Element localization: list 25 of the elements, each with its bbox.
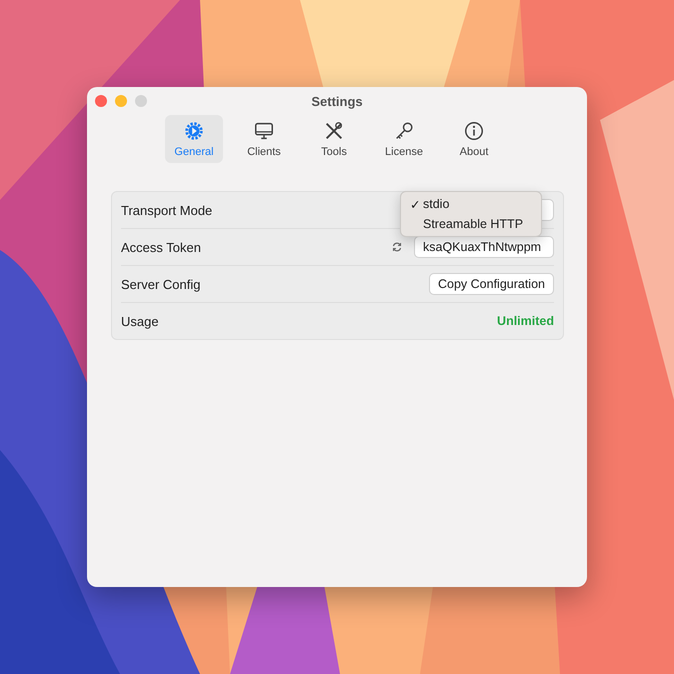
toolbar-tab[interactable]: License: [375, 115, 433, 163]
toolbar-tab[interactable]: About: [445, 115, 503, 163]
menu-item-label: Streamable HTTP: [423, 217, 524, 231]
tools-icon: [323, 120, 345, 142]
refresh-icon[interactable]: [392, 242, 402, 252]
monitor-icon: [253, 120, 275, 142]
setting-label: Server Config: [121, 276, 202, 292]
menu-item-label: stdio: [423, 197, 450, 211]
toolbar-tab[interactable]: Clients: [235, 115, 293, 163]
menu-item[interactable]: Streamable HTTP: [401, 214, 541, 234]
gear-icon: [183, 120, 205, 142]
setting-label: Access Token: [121, 240, 202, 254]
window-title: Settings: [311, 94, 363, 108]
key-icon: [393, 120, 415, 142]
token-field[interactable]: ksaQKuaxThNtwppm: [414, 236, 554, 258]
info-icon: [463, 120, 485, 142]
menu-item[interactable]: ✓ stdio: [401, 194, 541, 214]
setting-label: Usage: [121, 314, 160, 328]
usage-status: Unlimited: [497, 314, 554, 328]
setting-label: Transport Mode: [121, 202, 214, 218]
close-button[interactable]: [95, 95, 107, 107]
minimize-button[interactable]: [115, 95, 127, 107]
copy-configuration-button[interactable]: Copy Configuration: [428, 273, 554, 295]
checkmark-icon: ✓: [410, 196, 421, 212]
toolbar-tab[interactable]: Tools: [305, 115, 363, 163]
